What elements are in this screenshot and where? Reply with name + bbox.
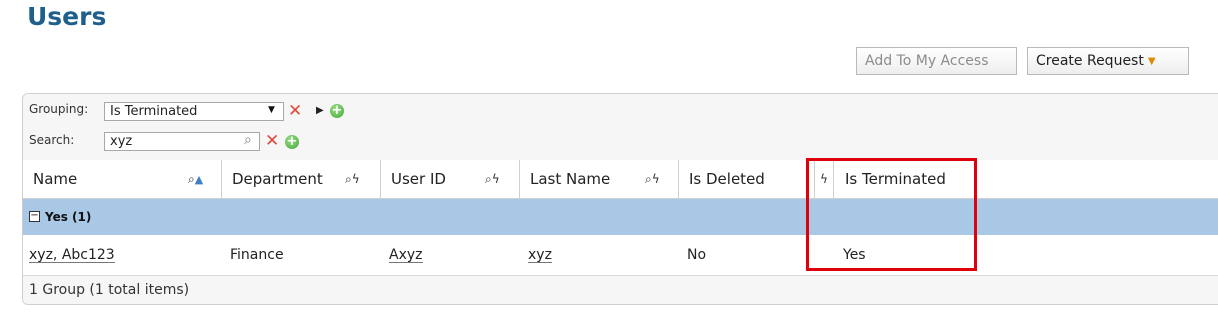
cell-is-deleted: No bbox=[687, 247, 707, 263]
grouping-label: Grouping: bbox=[29, 102, 89, 116]
grid-toolbar: Grouping: Is Terminated ▼ ✕ ▶ + Search: … bbox=[23, 94, 1218, 161]
clear-search-icon[interactable]: ✕ bbox=[265, 133, 279, 150]
clear-grouping-icon[interactable]: ✕ bbox=[288, 103, 302, 120]
column-header-user-id[interactable]: User ID bbox=[391, 160, 446, 198]
group-label: Yes (1) bbox=[45, 210, 92, 224]
collapse-icon[interactable]: − bbox=[29, 211, 40, 222]
column-filter-icon[interactable]: ⌕ϟ bbox=[345, 160, 360, 198]
grouping-select[interactable]: Is Terminated bbox=[104, 102, 284, 121]
last-name-link[interactable]: xyz bbox=[528, 248, 552, 263]
column-header-row: Name ⌕▲ Department ⌕ϟ User ID ⌕ϟ Last Na… bbox=[23, 160, 1218, 199]
column-search-icon[interactable]: ⌕▲ bbox=[188, 160, 203, 198]
filter-icon: ϟ bbox=[351, 172, 360, 186]
cell-last-name[interactable]: xyz bbox=[528, 235, 552, 275]
grid-footer: 1 Group (1 total items) bbox=[23, 276, 1218, 304]
magnifier-icon: ⌕ bbox=[345, 172, 352, 186]
group-header-row[interactable]: − Yes (1) bbox=[23, 199, 1218, 235]
column-filter-icon[interactable]: ⌕ϟ bbox=[485, 160, 500, 198]
add-to-my-access-button[interactable]: Add To My Access bbox=[856, 47, 1017, 75]
column-divider[interactable] bbox=[519, 160, 520, 198]
dropdown-arrow-icon[interactable]: ▼ bbox=[268, 105, 275, 115]
column-divider[interactable] bbox=[380, 160, 381, 198]
search-label: Search: bbox=[29, 133, 75, 147]
column-header-is-deleted[interactable]: Is Deleted bbox=[689, 160, 765, 198]
add-search-icon[interactable]: + bbox=[285, 135, 299, 149]
cell-user-id[interactable]: Axyz bbox=[389, 235, 423, 275]
search-input[interactable]: xyz bbox=[104, 132, 260, 151]
create-request-button[interactable]: Create Request ▼ bbox=[1027, 47, 1189, 75]
sort-ascending-icon: ▲ bbox=[194, 173, 204, 186]
column-header-name[interactable]: Name bbox=[33, 160, 77, 198]
magnifier-icon: ⌕ bbox=[188, 172, 195, 186]
search-icon[interactable]: ⌕ bbox=[244, 132, 252, 148]
footer-summary: 1 Group (1 total items) bbox=[29, 282, 190, 298]
add-grouping-icon[interactable]: + bbox=[330, 104, 344, 118]
cell-name[interactable]: xyz, Abc123 bbox=[29, 235, 115, 275]
column-header-department[interactable]: Department bbox=[232, 160, 323, 198]
user-id-link[interactable]: Axyz bbox=[389, 248, 423, 263]
column-header-last-name[interactable]: Last Name bbox=[530, 160, 610, 198]
magnifier-icon: ⌕ bbox=[485, 172, 492, 186]
column-divider[interactable] bbox=[678, 160, 679, 198]
create-request-label: Create Request bbox=[1036, 53, 1144, 69]
magnifier-icon: ⌕ bbox=[645, 172, 652, 186]
table-row[interactable]: xyz, Abc123 Finance Axyz xyz No Yes bbox=[23, 235, 1218, 276]
users-grid: Grouping: Is Terminated ▼ ✕ ▶ + Search: … bbox=[22, 93, 1218, 305]
user-name-link[interactable]: xyz, Abc123 bbox=[29, 248, 115, 263]
chevron-down-icon: ▼ bbox=[1147, 56, 1156, 67]
apply-grouping-icon[interactable]: ▶ bbox=[316, 105, 324, 116]
column-filter-icon[interactable]: ⌕ϟ bbox=[645, 160, 660, 198]
filter-icon: ϟ bbox=[491, 172, 500, 186]
filter-icon: ϟ bbox=[651, 172, 660, 186]
highlight-annotation bbox=[806, 158, 977, 271]
cell-department: Finance bbox=[230, 247, 284, 263]
column-divider[interactable] bbox=[221, 160, 222, 198]
page-title: Users bbox=[27, 2, 107, 31]
